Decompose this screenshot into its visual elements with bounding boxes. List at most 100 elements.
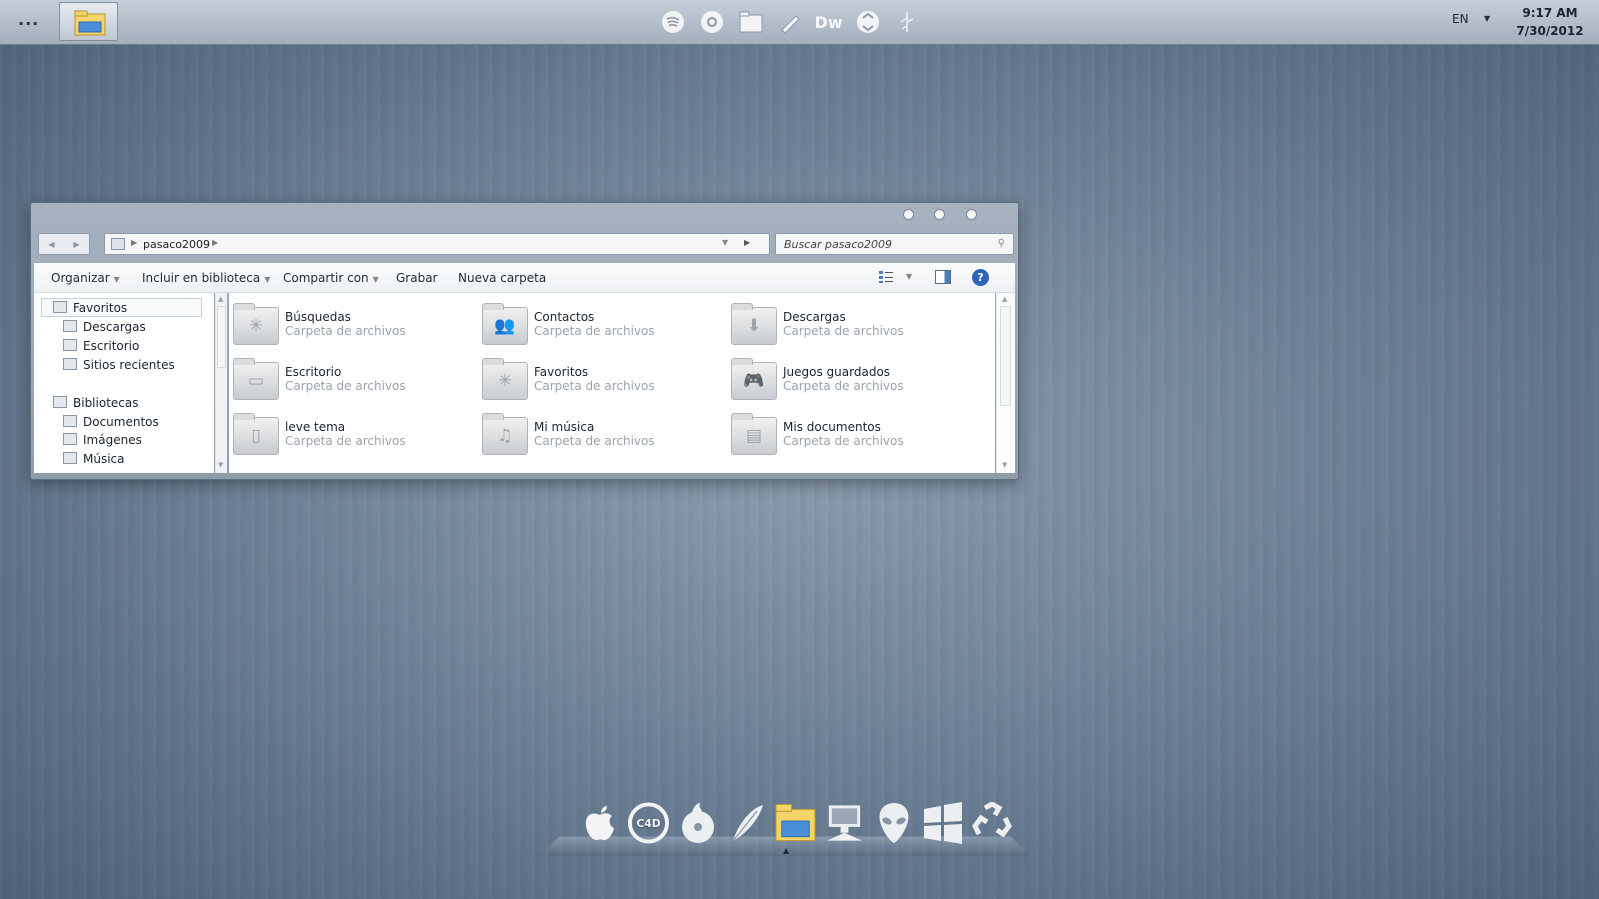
recycle-icon[interactable] (855, 10, 880, 35)
dock-running-indicator-icon: ▲ (783, 846, 790, 855)
downloads-folder-icon: ⬇ (731, 303, 777, 345)
breadcrumb-separator-icon[interactable]: ▶ (131, 238, 137, 247)
compartir-label: Compartir con (283, 271, 369, 285)
organizar-button[interactable]: Organizar ▼ (51, 271, 120, 285)
feather-icon[interactable] (894, 10, 919, 35)
view-chevron-down-icon[interactable]: ▼ (906, 272, 912, 281)
documents-folder-icon: ▤ (731, 413, 777, 455)
clock-date[interactable]: 7/30/2012 (1510, 24, 1590, 38)
taskbar-explorer-button[interactable] (59, 2, 118, 41)
scroll-down-icon[interactable]: ▼ (1002, 461, 1007, 469)
folder-tile-leve-tema[interactable]: ▯ leve tema Carpeta de archivos (233, 413, 483, 461)
language-chevron-icon[interactable]: ▼ (1484, 14, 1490, 23)
network-computer-icon[interactable] (823, 800, 866, 846)
item-type: Carpeta de archivos (285, 324, 406, 338)
grabar-button[interactable]: Grabar (396, 271, 438, 285)
folder-tile-favoritos[interactable]: ✳ Favoritos Carpeta de archivos (482, 358, 732, 406)
nav-item-escritorio[interactable]: Escritorio (63, 339, 139, 353)
spotify-icon[interactable] (660, 10, 685, 35)
nav-label: Bibliotecas (73, 396, 139, 410)
item-name: Mi música (534, 420, 595, 434)
windows-logo-icon[interactable] (921, 800, 964, 846)
nav-label: Música (83, 452, 125, 466)
chevron-down-icon: ▼ (372, 275, 379, 284)
breadcrumb-separator-icon[interactable]: ▶ (212, 238, 218, 247)
nav-item-descargas[interactable]: Descargas (63, 320, 146, 334)
searches-folder-icon: ✳ (233, 303, 279, 345)
folder-tile-mis-documentos[interactable]: ▤ Mis documentos Carpeta de archivos (731, 413, 981, 461)
nav-item-imagenes[interactable]: Imágenes (63, 433, 142, 447)
nav-item-musica[interactable]: Música (63, 452, 125, 466)
command-bar: Organizar ▼ Incluir en biblioteca ▼ Compar… (34, 263, 1015, 293)
scroll-up-icon[interactable]: ▲ (218, 295, 223, 303)
folder-tile-descargas[interactable]: ⬇ Descargas Carpeta de archivos (731, 303, 981, 351)
folder-tile-escritorio[interactable]: ▭ Escritorio Carpeta de archivos (233, 358, 483, 406)
preview-pane-icon[interactable] (935, 270, 951, 284)
search-input[interactable]: Buscar pasaco2009 ⚲ (775, 233, 1014, 255)
search-icon[interactable]: ⚲ (998, 238, 1005, 249)
nav-item-sitios-recientes[interactable]: Sitios recientes (63, 358, 175, 372)
top-menu-bar: ... Dw EN ▼ 9:17 AM 7/30/2012 (0, 0, 1599, 45)
nav-scrollbar[interactable]: ▲ ▼ (215, 293, 227, 473)
folder-icon[interactable] (738, 10, 763, 35)
saved-games-folder-icon: 🎮 (731, 358, 777, 400)
item-name: Contactos (534, 310, 595, 324)
alien-icon[interactable] (872, 800, 915, 846)
maximize-button[interactable] (934, 209, 945, 220)
breadcrumb-pasaco2009[interactable]: pasaco2009 (143, 238, 210, 251)
item-name: Escritorio (285, 365, 342, 379)
scroll-up-icon[interactable]: ▲ (1002, 295, 1007, 303)
help-icon[interactable]: ? (972, 269, 989, 286)
nav-label: Sitios recientes (83, 358, 175, 372)
pictures-icon (63, 433, 77, 445)
nueva-carpeta-button[interactable]: Nueva carpeta (458, 271, 546, 285)
scroll-down-icon[interactable]: ▼ (218, 461, 223, 469)
incluir-biblioteca-button[interactable]: Incluir en biblioteca ▼ (142, 271, 270, 285)
change-view-icon[interactable] (878, 270, 894, 284)
chrome-icon[interactable] (699, 10, 724, 35)
minimize-button[interactable] (903, 209, 914, 220)
explorer-folder-icon (74, 10, 106, 36)
item-name: Favoritos (534, 365, 589, 379)
back-button[interactable]: ◀ (48, 240, 54, 249)
address-go-icon[interactable]: ▶ (744, 238, 750, 247)
burner-disc-icon[interactable] (676, 800, 719, 846)
folder-tile-mi-musica[interactable]: ♫ Mi música Carpeta de archivos (482, 413, 732, 461)
folder-tile-juegos-guardados[interactable]: 🎮 Juegos guardados Carpeta de archivos (731, 358, 981, 406)
folder-tile-contactos[interactable]: 👥 Contactos Carpeta de archivos (482, 303, 732, 351)
cinema4d-icon[interactable]: C4D (627, 800, 670, 846)
item-type: Carpeta de archivos (783, 379, 904, 393)
nav-item-documentos[interactable]: Documentos (63, 415, 159, 429)
item-type: Carpeta de archivos (783, 434, 904, 448)
clock-time[interactable]: 9:17 AM (1515, 6, 1585, 20)
forward-button[interactable]: ▶ (73, 240, 79, 249)
navigation-pane: Favoritos Descargas Escritorio Sitios re… (34, 293, 214, 473)
recycle-bin-icon[interactable] (970, 800, 1013, 846)
scroll-thumb[interactable] (1000, 306, 1011, 406)
item-name: Búsquedas (285, 310, 351, 324)
pencil-icon[interactable] (777, 10, 802, 35)
folder-tile-busquedas[interactable]: ✳ Búsquedas Carpeta de archivos (233, 303, 483, 351)
compartir-con-button[interactable]: Compartir con ▼ (283, 271, 379, 285)
language-indicator[interactable]: EN (1452, 12, 1469, 26)
search-placeholder: Buscar pasaco2009 (784, 238, 893, 251)
close-button[interactable] (966, 209, 977, 220)
address-bar[interactable]: ▶ pasaco2009 ▶ ▼ ▶ (104, 233, 770, 255)
explorer-window: ◀ ▶ ▶ pasaco2009 ▶ ▼ ▶ Buscar pasaco2009… (30, 202, 1019, 480)
nav-label: Favoritos (73, 301, 128, 315)
address-dropdown-icon[interactable]: ▼ (722, 238, 728, 247)
menu-dots-button[interactable]: ... (18, 10, 39, 29)
feather-icon[interactable] (725, 800, 768, 846)
item-name: Mis documentos (783, 420, 881, 434)
explorer-folder-icon[interactable] (774, 800, 817, 846)
scroll-thumb[interactable] (217, 306, 226, 368)
nav-label: Descargas (83, 320, 146, 334)
nav-item-favoritos[interactable]: Favoritos (53, 301, 127, 315)
content-scrollbar[interactable]: ▲ ▼ (996, 293, 1015, 473)
dreamweaver-icon[interactable]: Dw (814, 10, 842, 35)
nav-item-bibliotecas[interactable]: Bibliotecas (53, 396, 138, 410)
libraries-icon (53, 396, 67, 408)
incluir-label: Incluir en biblioteca (142, 271, 261, 285)
music-folder-icon: ♫ (482, 413, 528, 455)
apple-icon[interactable] (578, 800, 621, 846)
